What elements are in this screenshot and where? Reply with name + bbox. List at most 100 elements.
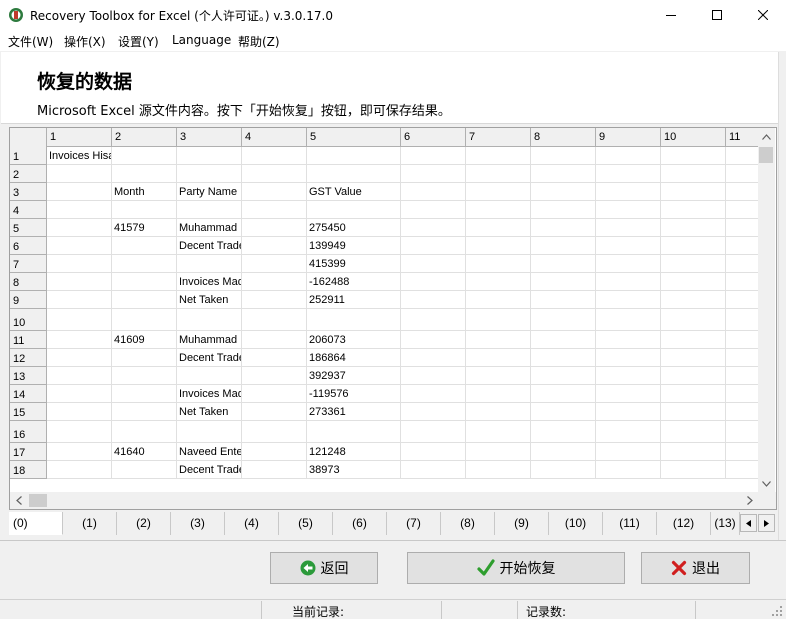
grid-cell[interactable]	[531, 403, 596, 420]
grid-cell[interactable]	[112, 349, 177, 366]
grid-cell[interactable]	[466, 367, 531, 384]
grid-cell[interactable]	[307, 147, 401, 164]
sheet-tab[interactable]: (6)	[333, 512, 387, 535]
grid-cell[interactable]	[177, 255, 242, 272]
grid-cell[interactable]: Muhammad H	[177, 219, 242, 236]
grid-cell[interactable]	[596, 443, 661, 460]
grid-cell[interactable]	[726, 349, 758, 366]
grid-cell[interactable]	[47, 165, 112, 182]
grid-cell[interactable]	[661, 291, 726, 308]
grid-cell[interactable]	[466, 443, 531, 460]
grid-cell[interactable]	[661, 421, 726, 442]
grid-cell[interactable]: Decent Trade	[177, 349, 242, 366]
grid-cell[interactable]	[531, 461, 596, 478]
grid-cell[interactable]	[661, 443, 726, 460]
grid-cell[interactable]	[661, 403, 726, 420]
back-button[interactable]: 返回	[270, 552, 378, 584]
grid-cell[interactable]	[531, 237, 596, 254]
grid-cell[interactable]: 275450	[307, 219, 401, 236]
grid-cell[interactable]	[661, 201, 726, 218]
row-header[interactable]: 16	[10, 421, 47, 443]
grid-cell[interactable]	[661, 309, 726, 330]
grid-cell[interactable]	[47, 237, 112, 254]
grid-cell[interactable]	[531, 291, 596, 308]
grid-cell[interactable]: Decent Trade	[177, 237, 242, 254]
grid-cell[interactable]	[466, 403, 531, 420]
row-header[interactable]: 12	[10, 349, 47, 367]
sheet-tab[interactable]: (3)	[171, 512, 225, 535]
grid-cell[interactable]	[726, 385, 758, 402]
grid-cell[interactable]	[307, 201, 401, 218]
grid-cell[interactable]	[47, 201, 112, 218]
grid-cell[interactable]	[596, 367, 661, 384]
column-header[interactable]: 6	[401, 128, 466, 147]
grid-cell[interactable]	[596, 255, 661, 272]
minimize-button[interactable]	[648, 0, 694, 30]
grid-cell[interactable]	[47, 331, 112, 348]
sheet-tab[interactable]: (7)	[387, 512, 441, 535]
grid-cell[interactable]	[531, 385, 596, 402]
grid-cell[interactable]	[726, 201, 758, 218]
grid-cell[interactable]	[112, 147, 177, 164]
menu-settings[interactable]: 设置(Y)	[118, 33, 159, 50]
grid-cell[interactable]	[112, 237, 177, 254]
grid-cell[interactable]	[726, 183, 758, 200]
grid-cell[interactable]	[531, 367, 596, 384]
grid-cell[interactable]: 273361	[307, 403, 401, 420]
column-header[interactable]: 2	[112, 128, 177, 147]
grid-cell[interactable]	[661, 273, 726, 290]
grid-cell[interactable]: 415399	[307, 255, 401, 272]
grid-cell[interactable]	[112, 309, 177, 330]
grid-cell[interactable]	[726, 219, 758, 236]
grid-horizontal-scrollbar[interactable]	[10, 492, 758, 509]
grid-cell[interactable]	[466, 273, 531, 290]
grid-cell[interactable]	[401, 403, 466, 420]
grid-cell[interactable]: 121248	[307, 443, 401, 460]
grid-cell[interactable]	[661, 165, 726, 182]
grid-cell[interactable]	[466, 291, 531, 308]
grid-cell[interactable]	[242, 273, 307, 290]
grid-cell[interactable]	[596, 147, 661, 164]
grid-cell[interactable]	[401, 421, 466, 442]
grid-cell[interactable]	[177, 201, 242, 218]
grid-cell[interactable]	[726, 421, 758, 442]
row-header[interactable]: 4	[10, 201, 47, 219]
grid-cell[interactable]	[47, 309, 112, 330]
grid-cell[interactable]	[112, 385, 177, 402]
grid-cell[interactable]	[531, 201, 596, 218]
column-header[interactable]: 11	[726, 128, 758, 147]
grid-cell[interactable]	[242, 237, 307, 254]
grid-cell[interactable]	[596, 219, 661, 236]
grid-cell[interactable]	[596, 237, 661, 254]
grid-cell[interactable]	[726, 147, 758, 164]
grid-cell[interactable]: 206073	[307, 331, 401, 348]
grid-cell[interactable]: Naveed Enter	[177, 443, 242, 460]
grid-cell[interactable]	[661, 331, 726, 348]
row-header[interactable]: 7	[10, 255, 47, 273]
grid-vertical-scrollbar[interactable]	[758, 128, 775, 492]
grid-cell[interactable]	[242, 461, 307, 478]
grid-cell[interactable]: Decent Trade	[177, 461, 242, 478]
grid-cell[interactable]	[47, 461, 112, 478]
grid-cell[interactable]	[531, 183, 596, 200]
grid-cell[interactable]: 139949	[307, 237, 401, 254]
row-header[interactable]: 9	[10, 291, 47, 309]
grid-cell[interactable]	[47, 385, 112, 402]
grid-cell[interactable]	[242, 165, 307, 182]
grid-cell[interactable]	[661, 219, 726, 236]
grid-cell[interactable]	[242, 403, 307, 420]
grid-cell[interactable]	[531, 273, 596, 290]
grid-cell[interactable]	[112, 461, 177, 478]
grid-cell[interactable]	[726, 273, 758, 290]
grid-cell[interactable]	[47, 273, 112, 290]
grid-cell[interactable]	[726, 309, 758, 330]
grid-cell[interactable]	[466, 201, 531, 218]
row-header[interactable]: 13	[10, 367, 47, 385]
grid-cell[interactable]	[596, 165, 661, 182]
tab-prev-button[interactable]	[740, 514, 757, 532]
grid-cell[interactable]	[47, 349, 112, 366]
grid-cell[interactable]	[47, 219, 112, 236]
column-header[interactable]: 1	[47, 128, 112, 147]
grid-cell[interactable]	[112, 403, 177, 420]
grid-cell[interactable]	[466, 165, 531, 182]
